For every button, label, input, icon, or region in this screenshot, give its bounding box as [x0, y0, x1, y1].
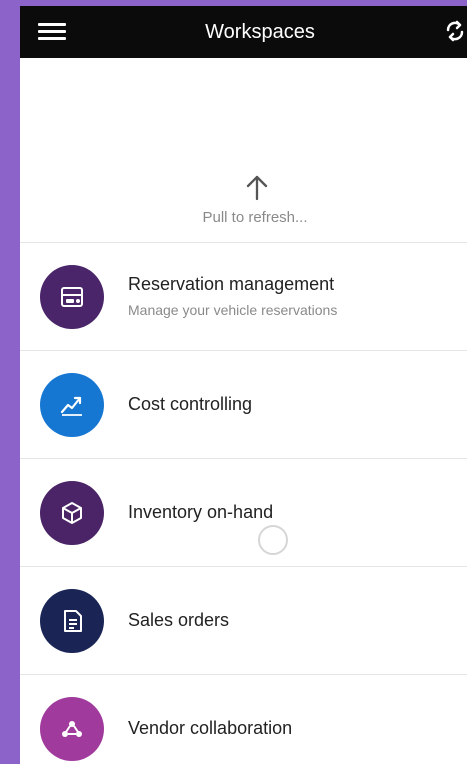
workspace-text: Vendor collaboration	[128, 675, 455, 764]
workspace-title: Vendor collaboration	[128, 718, 293, 738]
workspace-avatar	[40, 265, 104, 329]
workspace-avatar	[40, 373, 104, 437]
sync-icon	[446, 20, 464, 42]
workspace-list: Reservation management Manage your vehic…	[20, 242, 467, 764]
cost-chart-icon	[60, 396, 82, 416]
up-arrow-icon	[246, 175, 268, 201]
workspace-item-sales-orders[interactable]: Sales orders	[20, 566, 467, 674]
refresh-button[interactable]	[443, 18, 467, 44]
workspace-text: Sales orders	[128, 567, 455, 673]
workspace-title: Inventory on-hand	[128, 502, 274, 522]
top-navigation-bar: Workspaces	[20, 6, 467, 58]
workspace-avatar	[40, 481, 104, 545]
sales-order-document-icon	[64, 610, 82, 632]
workspace-avatar	[40, 697, 104, 761]
workspace-title: Cost controlling	[128, 394, 253, 414]
workspace-item-reservation-management[interactable]: Reservation management Manage your vehic…	[20, 242, 467, 350]
pull-to-refresh-label: Pull to refresh...	[202, 209, 308, 226]
pull-to-refresh-area[interactable]: Pull to refresh...	[20, 58, 467, 242]
inventory-boxes-icon	[62, 502, 82, 524]
workspace-text: Inventory on-hand	[128, 459, 455, 565]
page-title: Workspaces	[205, 21, 315, 43]
workspace-text: Reservation management Manage your vehic…	[128, 243, 455, 349]
hamburger-menu-icon	[38, 23, 66, 26]
workspace-item-vendor-collaboration[interactable]: Vendor collaboration	[20, 674, 467, 764]
workspace-item-inventory-on-hand[interactable]: Inventory on-hand	[20, 458, 467, 566]
workspace-title: Reservation management	[128, 274, 335, 294]
vendor-network-icon	[62, 721, 82, 737]
workspace-subtitle: Manage your vehicle reservations	[128, 302, 338, 318]
loading-spinner	[258, 525, 288, 555]
app-screen: Workspaces Pull to refresh... Reservatio…	[20, 6, 467, 764]
workspace-item-cost-controlling[interactable]: Cost controlling	[20, 350, 467, 458]
workspace-avatar	[40, 589, 104, 653]
menu-button[interactable]	[38, 21, 66, 43]
vehicle-reservation-icon	[61, 287, 83, 307]
workspace-title: Sales orders	[128, 610, 230, 630]
workspace-text: Cost controlling	[128, 351, 455, 457]
device-frame: Workspaces Pull to refresh... Reservatio…	[0, 0, 467, 764]
